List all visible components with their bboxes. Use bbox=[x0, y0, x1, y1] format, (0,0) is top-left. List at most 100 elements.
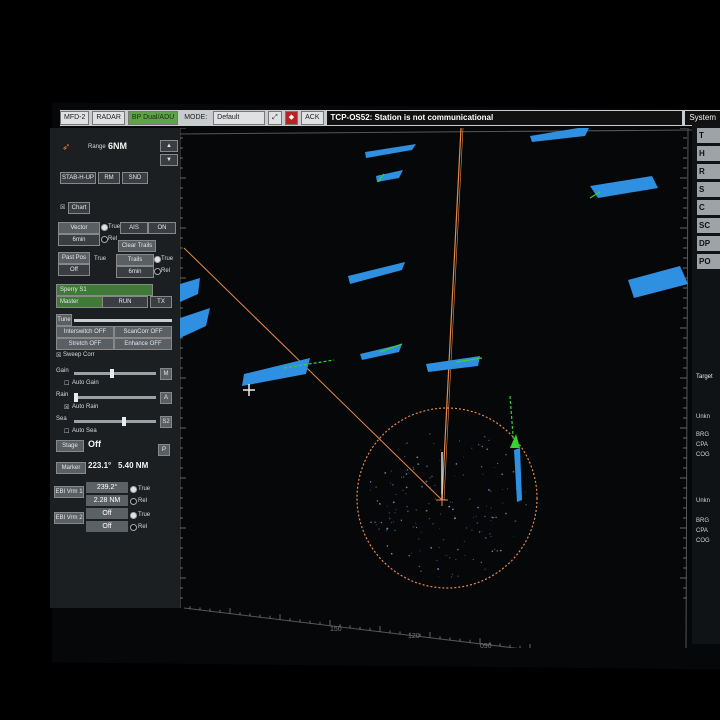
clutter-dot bbox=[404, 455, 406, 457]
auto-sea-checkbox[interactable]: ☐ bbox=[64, 428, 69, 435]
ebl-vrm1-button[interactable]: EBI Vrm 1 bbox=[54, 486, 84, 498]
target-echo[interactable] bbox=[180, 278, 200, 302]
gain-m-button[interactable]: M bbox=[160, 368, 172, 380]
clutter-dot bbox=[507, 488, 509, 490]
clutter-dot bbox=[488, 439, 490, 442]
stage-button[interactable]: Stage bbox=[56, 440, 84, 452]
target-echo[interactable] bbox=[426, 356, 480, 372]
ebl-line[interactable] bbox=[183, 247, 443, 501]
ebl2-rel-radio[interactable] bbox=[130, 524, 137, 531]
clutter-dot bbox=[505, 454, 507, 456]
ack-button[interactable]: ACK bbox=[301, 111, 324, 125]
rain-label: Rain bbox=[56, 392, 69, 398]
rain-a-button[interactable]: A bbox=[160, 392, 172, 404]
ais-on-button[interactable]: ON bbox=[148, 222, 176, 234]
right-btn-0[interactable]: T bbox=[697, 128, 720, 143]
auto-rain-checkbox[interactable]: ☒ bbox=[64, 404, 69, 411]
target-echo[interactable] bbox=[180, 308, 210, 338]
ebl2-true-radio[interactable] bbox=[130, 512, 137, 519]
radar-targets[interactable] bbox=[180, 128, 688, 502]
ebl1-bearing[interactable]: 239.2° bbox=[86, 482, 128, 493]
scan-corr-button[interactable]: ScanCorr OFF bbox=[114, 326, 172, 338]
clutter-dot bbox=[451, 573, 454, 575]
system-menu[interactable]: System bbox=[685, 111, 720, 125]
chart-checkbox[interactable]: ☒ bbox=[60, 204, 65, 211]
mode-select[interactable]: Default bbox=[213, 111, 266, 125]
clutter-dot bbox=[524, 491, 527, 493]
alarm-bell-icon[interactable]: ◆ bbox=[284, 111, 299, 125]
stab-select[interactable]: SND bbox=[122, 172, 148, 184]
sweep-corr-checkbox[interactable]: ☒ bbox=[56, 352, 61, 359]
trails-rel-radio[interactable] bbox=[154, 268, 161, 275]
trails-button[interactable]: Trails bbox=[116, 254, 154, 266]
vrm-circle[interactable] bbox=[356, 407, 538, 589]
vector-time-select[interactable]: 6min bbox=[58, 234, 100, 246]
right-btn-6[interactable]: DP bbox=[697, 236, 720, 251]
gain-slider-knob[interactable] bbox=[110, 369, 114, 378]
marker-button[interactable]: Marker bbox=[56, 462, 86, 474]
range-up-button[interactable]: ▲ bbox=[160, 140, 178, 152]
sea-s2-button[interactable]: S2 bbox=[160, 416, 172, 428]
right-btn-1[interactable]: H bbox=[697, 146, 720, 161]
ebl1-true-radio[interactable] bbox=[130, 486, 137, 493]
tx-button[interactable]: TX bbox=[150, 296, 172, 308]
stage-p-button[interactable]: P bbox=[158, 444, 170, 456]
clutter-dot bbox=[438, 576, 440, 578]
ebl1-rel-radio[interactable] bbox=[130, 498, 137, 505]
radar-source-select[interactable]: Sperry S1 bbox=[56, 284, 153, 296]
interswitch-button[interactable]: Interswitch OFF bbox=[56, 326, 114, 338]
orientation-select[interactable]: STAB-H-UP bbox=[60, 172, 96, 184]
range-down-button[interactable]: ▼ bbox=[160, 154, 178, 166]
vector-rel-radio[interactable] bbox=[101, 236, 108, 243]
trails-true-radio[interactable] bbox=[154, 256, 161, 263]
radar-ppi[interactable]: 150 120 090 060 bbox=[180, 128, 692, 648]
auto-gain-checkbox[interactable]: ☐ bbox=[64, 380, 69, 387]
trails-select[interactable]: 6min bbox=[116, 266, 154, 278]
target-echo[interactable] bbox=[242, 358, 310, 386]
run-select[interactable]: RUN bbox=[102, 296, 148, 308]
target-echo[interactable] bbox=[348, 262, 405, 284]
clear-trails-button[interactable]: Clear Trails bbox=[118, 240, 156, 252]
target-echo[interactable] bbox=[530, 128, 590, 142]
past-pos-select[interactable]: Off bbox=[58, 264, 90, 276]
clutter-dot bbox=[410, 552, 412, 554]
expand-icon[interactable]: ⤢ bbox=[268, 111, 282, 125]
sea-slider[interactable] bbox=[74, 417, 156, 426]
ebl1-range[interactable]: 2.28 NM bbox=[86, 495, 128, 506]
clutter-dot bbox=[448, 505, 451, 508]
right-btn-2[interactable]: R bbox=[697, 164, 720, 179]
ebl2-true-label: True bbox=[138, 512, 151, 518]
status-indicator[interactable]: BP Dual/ADU bbox=[127, 111, 179, 125]
stretch-button[interactable]: Stretch OFF bbox=[56, 338, 114, 350]
chart-button[interactable]: Chart bbox=[68, 202, 90, 214]
motion-select[interactable]: RM bbox=[98, 172, 120, 184]
ebl-vrm2-button[interactable]: EBI Vrm 2 bbox=[54, 512, 84, 524]
right-btn-4[interactable]: C bbox=[697, 200, 720, 215]
target-echo[interactable] bbox=[514, 448, 522, 502]
ebl2-range[interactable]: Off bbox=[86, 521, 128, 532]
mfd-label[interactable]: MFD-2 bbox=[60, 111, 90, 125]
right-btn-7[interactable]: PO bbox=[697, 254, 720, 269]
master-button[interactable]: Master bbox=[56, 296, 103, 308]
rain-slider[interactable] bbox=[74, 393, 156, 402]
vector-true-radio[interactable] bbox=[101, 224, 108, 231]
rain-slider-knob[interactable] bbox=[74, 393, 78, 402]
right-btn-5[interactable]: SC bbox=[697, 218, 720, 233]
clutter-dot bbox=[440, 449, 442, 451]
tune-slider[interactable] bbox=[74, 319, 172, 322]
source-select[interactable]: RADAR bbox=[92, 111, 125, 125]
ais-button[interactable]: AIS bbox=[120, 222, 148, 234]
clutter-dot bbox=[406, 469, 409, 471]
target-echo[interactable] bbox=[628, 266, 688, 298]
sea-slider-knob[interactable] bbox=[122, 417, 126, 426]
vector-button[interactable]: Vector bbox=[58, 222, 100, 234]
past-pos-button[interactable]: Past Pos bbox=[58, 252, 90, 264]
gain-slider[interactable] bbox=[74, 369, 156, 378]
clutter-dot bbox=[379, 503, 381, 505]
clutter-dot bbox=[386, 505, 388, 507]
target-echo[interactable] bbox=[590, 176, 658, 198]
enhance-button[interactable]: Enhance OFF bbox=[114, 338, 172, 350]
right-btn-3[interactable]: S bbox=[697, 182, 720, 197]
ebl2-bearing[interactable]: Off bbox=[86, 508, 128, 519]
target-echo[interactable] bbox=[365, 144, 416, 158]
